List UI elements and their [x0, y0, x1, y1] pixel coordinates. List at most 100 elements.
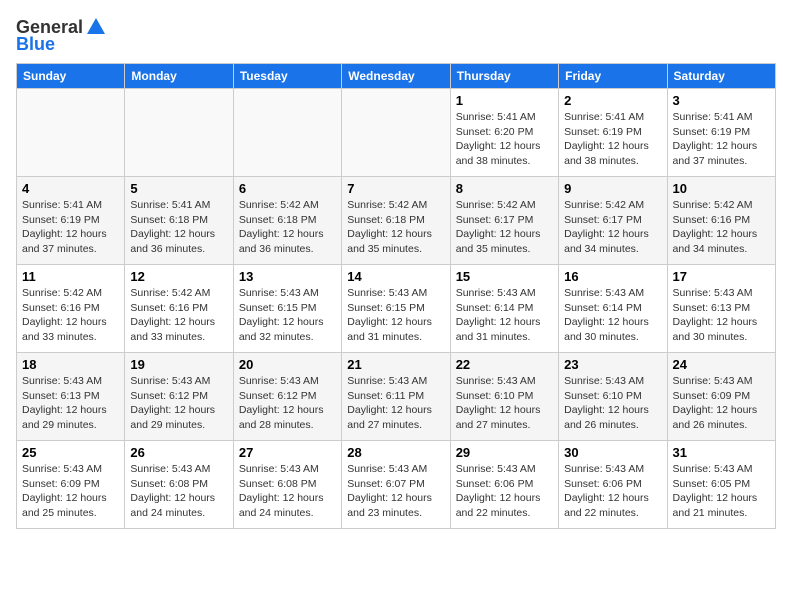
day-info: Sunrise: 5:43 AM Sunset: 6:05 PM Dayligh… — [673, 462, 770, 521]
day-number: 20 — [239, 357, 336, 372]
calendar-cell: 16 Sunrise: 5:43 AM Sunset: 6:14 PM Dayli… — [559, 265, 667, 353]
calendar-cell: 25 Sunrise: 5:43 AM Sunset: 6:09 PM Dayli… — [17, 441, 125, 529]
day-info: Sunrise: 5:43 AM Sunset: 6:12 PM Dayligh… — [130, 374, 227, 433]
day-number: 4 — [22, 181, 119, 196]
calendar-cell: 8 Sunrise: 5:42 AM Sunset: 6:17 PM Daylig… — [450, 177, 558, 265]
calendar-cell: 1 Sunrise: 5:41 AM Sunset: 6:20 PM Daylig… — [450, 89, 558, 177]
calendar-week-row: 4 Sunrise: 5:41 AM Sunset: 6:19 PM Daylig… — [17, 177, 776, 265]
header-cell-tuesday: Tuesday — [233, 64, 341, 89]
calendar-cell: 22Sunrise: 5:43 AM Sunset: 6:10 PM Dayli… — [450, 353, 558, 441]
day-info: Sunrise: 5:43 AM Sunset: 6:14 PM Dayligh… — [564, 286, 661, 345]
calendar-header-row: SundayMondayTuesdayWednesdayThursdayFrid… — [17, 64, 776, 89]
day-number: 23 — [564, 357, 661, 372]
day-info: Sunrise: 5:42 AM Sunset: 6:17 PM Dayligh… — [456, 198, 553, 257]
day-number: 6 — [239, 181, 336, 196]
day-number: 1 — [456, 93, 553, 108]
day-number: 29 — [456, 445, 553, 460]
day-info: Sunrise: 5:43 AM Sunset: 6:12 PM Dayligh… — [239, 374, 336, 433]
calendar-cell: 13 Sunrise: 5:43 AM Sunset: 6:15 PM Dayli… — [233, 265, 341, 353]
header-cell-thursday: Thursday — [450, 64, 558, 89]
day-info: Sunrise: 5:43 AM Sunset: 6:09 PM Dayligh… — [673, 374, 770, 433]
day-number: 10 — [673, 181, 770, 196]
day-number: 28 — [347, 445, 444, 460]
day-info: Sunrise: 5:43 AM Sunset: 6:08 PM Dayligh… — [130, 462, 227, 521]
calendar-cell: 11Sunrise: 5:42 AM Sunset: 6:16 PM Dayli… — [17, 265, 125, 353]
calendar-cell: 3 Sunrise: 5:41 AM Sunset: 6:19 PM Daylig… — [667, 89, 775, 177]
calendar-cell: 21Sunrise: 5:43 AM Sunset: 6:11 PM Dayli… — [342, 353, 450, 441]
calendar-cell: 18 Sunrise: 5:43 AM Sunset: 6:13 PM Dayli… — [17, 353, 125, 441]
day-info: Sunrise: 5:43 AM Sunset: 6:15 PM Dayligh… — [239, 286, 336, 345]
calendar-cell: 14Sunrise: 5:43 AM Sunset: 6:15 PM Dayli… — [342, 265, 450, 353]
header-cell-friday: Friday — [559, 64, 667, 89]
day-info: Sunrise: 5:43 AM Sunset: 6:13 PM Dayligh… — [22, 374, 119, 433]
calendar-cell: 29 Sunrise: 5:43 AM Sunset: 6:06 PM Dayli… — [450, 441, 558, 529]
day-info: Sunrise: 5:42 AM Sunset: 6:16 PM Dayligh… — [673, 198, 770, 257]
day-number: 11 — [22, 269, 119, 284]
day-info: Sunrise: 5:43 AM Sunset: 6:06 PM Dayligh… — [564, 462, 661, 521]
day-info: Sunrise: 5:41 AM Sunset: 6:19 PM Dayligh… — [673, 110, 770, 169]
logo-icon — [85, 16, 107, 38]
day-number: 7 — [347, 181, 444, 196]
calendar-week-row: 18 Sunrise: 5:43 AM Sunset: 6:13 PM Dayli… — [17, 353, 776, 441]
day-number: 14 — [347, 269, 444, 284]
calendar-week-row: 1 Sunrise: 5:41 AM Sunset: 6:20 PM Daylig… — [17, 89, 776, 177]
day-info: Sunrise: 5:43 AM Sunset: 6:14 PM Dayligh… — [456, 286, 553, 345]
header-cell-wednesday: Wednesday — [342, 64, 450, 89]
calendar-cell — [342, 89, 450, 177]
calendar-cell: 24 Sunrise: 5:43 AM Sunset: 6:09 PM Dayli… — [667, 353, 775, 441]
day-number: 26 — [130, 445, 227, 460]
calendar-cell: 28 Sunrise: 5:43 AM Sunset: 6:07 PM Dayli… — [342, 441, 450, 529]
day-info: Sunrise: 5:43 AM Sunset: 6:13 PM Dayligh… — [673, 286, 770, 345]
day-number: 24 — [673, 357, 770, 372]
day-info: Sunrise: 5:43 AM Sunset: 6:06 PM Dayligh… — [456, 462, 553, 521]
day-info: Sunrise: 5:41 AM Sunset: 6:19 PM Dayligh… — [22, 198, 119, 257]
calendar-cell: 4 Sunrise: 5:41 AM Sunset: 6:19 PM Daylig… — [17, 177, 125, 265]
day-number: 16 — [564, 269, 661, 284]
day-info: Sunrise: 5:43 AM Sunset: 6:08 PM Dayligh… — [239, 462, 336, 521]
calendar-week-row: 25 Sunrise: 5:43 AM Sunset: 6:09 PM Dayli… — [17, 441, 776, 529]
calendar-cell: 5Sunrise: 5:41 AM Sunset: 6:18 PM Daylig… — [125, 177, 233, 265]
day-number: 13 — [239, 269, 336, 284]
day-info: Sunrise: 5:43 AM Sunset: 6:10 PM Dayligh… — [456, 374, 553, 433]
calendar-cell: 15 Sunrise: 5:43 AM Sunset: 6:14 PM Dayli… — [450, 265, 558, 353]
calendar-cell: 26 Sunrise: 5:43 AM Sunset: 6:08 PM Dayli… — [125, 441, 233, 529]
day-number: 15 — [456, 269, 553, 284]
day-info: Sunrise: 5:41 AM Sunset: 6:19 PM Dayligh… — [564, 110, 661, 169]
day-number: 25 — [22, 445, 119, 460]
calendar-cell: 2 Sunrise: 5:41 AM Sunset: 6:19 PM Daylig… — [559, 89, 667, 177]
day-number: 27 — [239, 445, 336, 460]
calendar-cell: 30 Sunrise: 5:43 AM Sunset: 6:06 PM Dayli… — [559, 441, 667, 529]
day-info: Sunrise: 5:42 AM Sunset: 6:17 PM Dayligh… — [564, 198, 661, 257]
calendar-cell: 12 Sunrise: 5:42 AM Sunset: 6:16 PM Dayli… — [125, 265, 233, 353]
calendar-cell: 19 Sunrise: 5:43 AM Sunset: 6:12 PM Dayli… — [125, 353, 233, 441]
day-number: 19 — [130, 357, 227, 372]
calendar-cell: 9 Sunrise: 5:42 AM Sunset: 6:17 PM Daylig… — [559, 177, 667, 265]
day-number: 31 — [673, 445, 770, 460]
day-number: 9 — [564, 181, 661, 196]
day-info: Sunrise: 5:43 AM Sunset: 6:09 PM Dayligh… — [22, 462, 119, 521]
day-number: 2 — [564, 93, 661, 108]
day-info: Sunrise: 5:42 AM Sunset: 6:16 PM Dayligh… — [130, 286, 227, 345]
calendar-cell: 20 Sunrise: 5:43 AM Sunset: 6:12 PM Dayli… — [233, 353, 341, 441]
logo: General Blue — [16, 16, 107, 55]
day-number: 3 — [673, 93, 770, 108]
calendar-cell: 6Sunrise: 5:42 AM Sunset: 6:18 PM Daylig… — [233, 177, 341, 265]
logo-blue-text: Blue — [16, 34, 55, 55]
day-info: Sunrise: 5:42 AM Sunset: 6:18 PM Dayligh… — [347, 198, 444, 257]
day-info: Sunrise: 5:41 AM Sunset: 6:18 PM Dayligh… — [130, 198, 227, 257]
day-info: Sunrise: 5:43 AM Sunset: 6:11 PM Dayligh… — [347, 374, 444, 433]
day-number: 30 — [564, 445, 661, 460]
day-number: 18 — [22, 357, 119, 372]
day-info: Sunrise: 5:41 AM Sunset: 6:20 PM Dayligh… — [456, 110, 553, 169]
calendar-cell: 31 Sunrise: 5:43 AM Sunset: 6:05 PM Dayli… — [667, 441, 775, 529]
day-number: 8 — [456, 181, 553, 196]
calendar-week-row: 11 Sunrise: 5:42 AM Sunset: 6:16 PM Dayli… — [17, 265, 776, 353]
calendar-cell — [233, 89, 341, 177]
calendar-cell: 23Sunrise: 5:43 AM Sunset: 6:10 PM Dayli… — [559, 353, 667, 441]
calendar-cell: 10 Sunrise: 5:42 AM Sunset: 6:16 PM Dayli… — [667, 177, 775, 265]
day-number: 12 — [130, 269, 227, 284]
header-cell-sunday: Sunday — [17, 64, 125, 89]
calendar-cell: 27 Sunrise: 5:43 AM Sunset: 6:08 PM Dayli… — [233, 441, 341, 529]
day-info: Sunrise: 5:43 AM Sunset: 6:07 PM Dayligh… — [347, 462, 444, 521]
header-cell-monday: Monday — [125, 64, 233, 89]
